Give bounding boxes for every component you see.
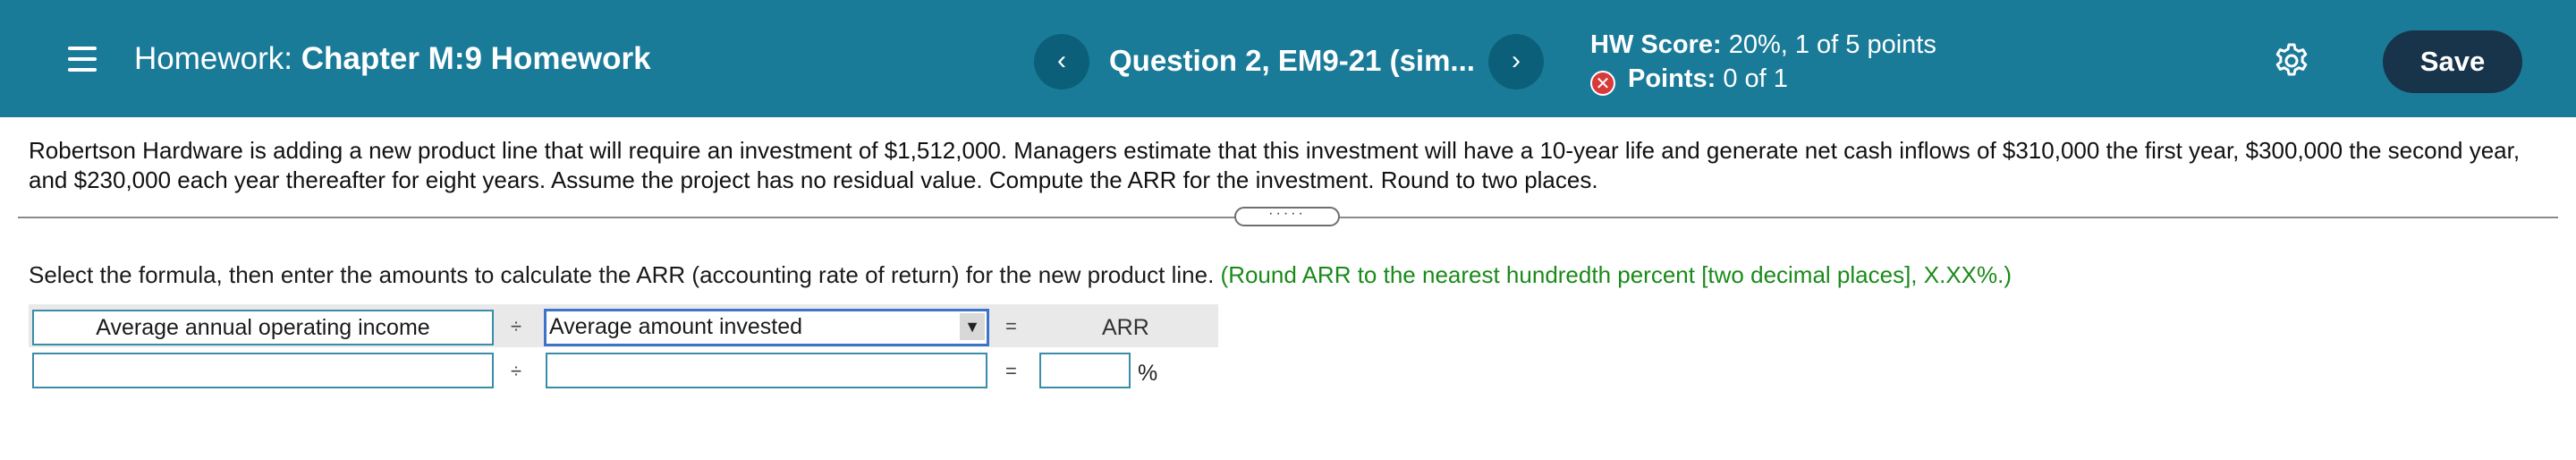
instruction-text: Select the formula, then enter the amoun… [29,261,1215,288]
hw-score-value: 20%, 1 of 5 points [1728,30,1936,59]
denominator-selected-value: Average amount invested [549,314,803,339]
homework-title: Homework: Chapter M:9 Homework [134,41,651,77]
numerator-input[interactable] [32,353,494,388]
problem-statement: Robertson Hardware is adding a new produ… [29,137,2521,193]
hw-score: HW Score: 20%, 1 of 5 points [1590,29,1936,61]
chevron-right-icon: › [1512,46,1521,75]
numerator-label: Average annual operating income [32,310,494,345]
hw-score-label: HW Score: [1590,30,1722,59]
previous-question-button[interactable]: ‹ [1034,34,1089,89]
gear-icon[interactable] [2274,43,2309,79]
divide-symbol-2: ÷ [511,360,522,382]
instruction: Select the formula, then enter the amoun… [29,260,2012,290]
homework-title-name: Chapter M:9 Homework [301,41,651,76]
top-bar: Homework: Chapter M:9 Homework ‹ Questio… [0,0,2576,117]
chevron-left-icon: ‹ [1057,46,1066,75]
question-title: Question 2, EM9-21 (sim... [1109,44,1475,77]
denominator-input[interactable] [546,353,987,388]
points-status: ✕ Points: 0 of 1 [1590,63,1788,96]
dropdown-arrow-icon: ▼ [960,313,985,340]
save-button[interactable]: Save [2383,30,2522,93]
divide-symbol: ÷ [511,315,522,337]
incorrect-icon: ✕ [1590,71,1615,96]
equals-symbol: = [1005,315,1017,337]
hamburger-menu-icon[interactable] [68,47,97,72]
equals-symbol-2: = [1005,360,1017,382]
pane-resize-handle[interactable]: ····· [1234,207,1340,226]
points-label: Points: [1628,64,1716,93]
result-label: ARR [1102,315,1149,340]
rounding-hint: (Round ARR to the nearest hundredth perc… [1220,261,2012,288]
points-value: 0 of 1 [1723,64,1788,93]
next-question-button[interactable]: › [1488,34,1544,89]
homework-title-prefix: Homework: [134,41,292,76]
arr-input[interactable] [1039,353,1131,388]
percent-symbol: % [1138,361,1158,386]
denominator-select[interactable]: Average amount invested ▼ [544,309,989,346]
